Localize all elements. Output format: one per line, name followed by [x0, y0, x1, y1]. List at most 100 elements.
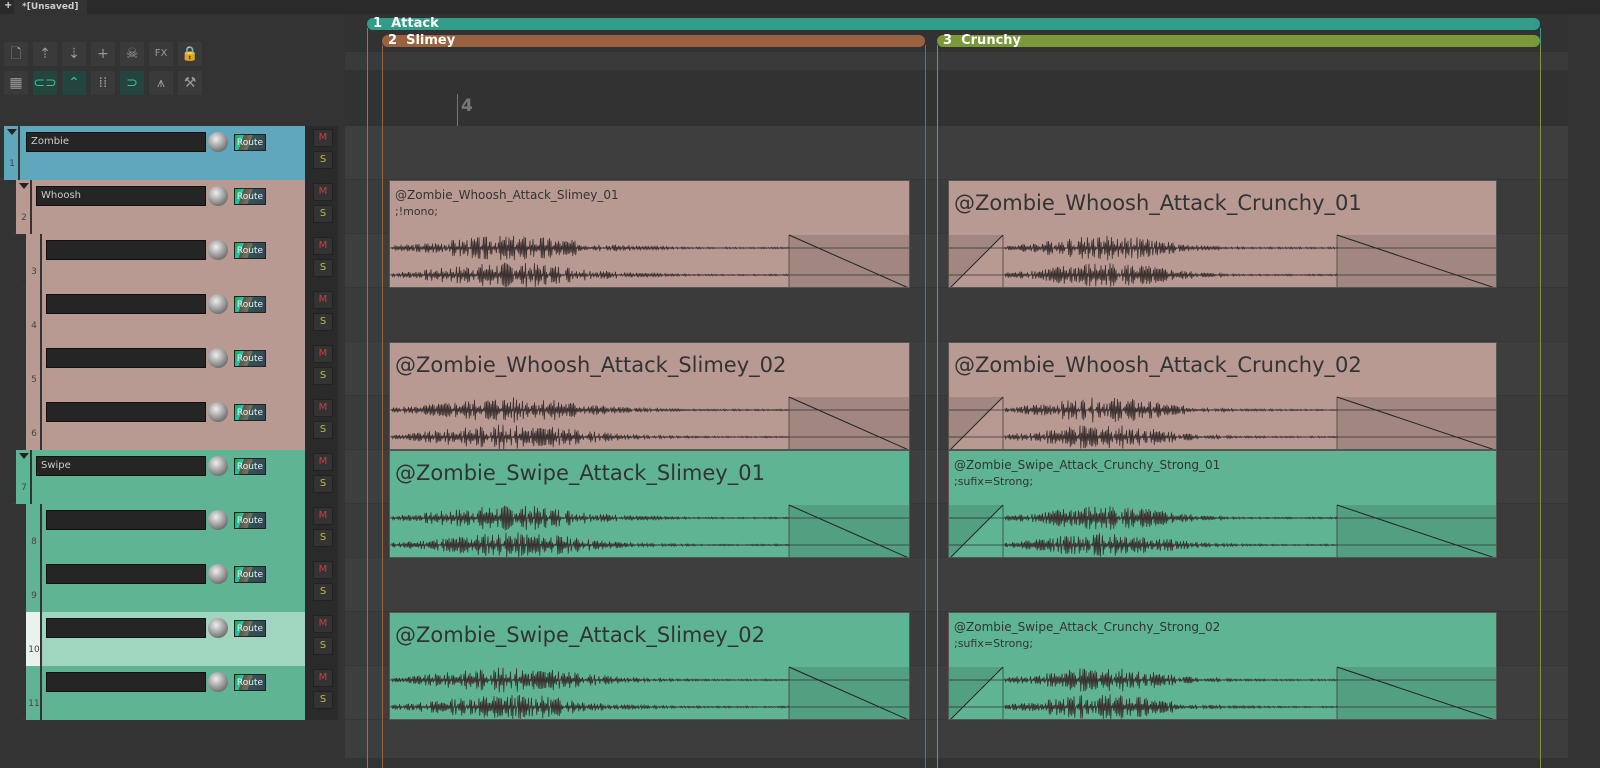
track-2[interactable]: 2 Whoosh Route — [0, 180, 305, 234]
solo-button[interactable]: S — [313, 583, 333, 601]
track-name-input[interactable] — [46, 672, 206, 692]
route-button[interactable]: Route — [234, 296, 266, 313]
volume-knob[interactable] — [208, 456, 228, 476]
track-name-input[interactable] — [46, 240, 206, 260]
skull-icon[interactable]: ☠ — [120, 42, 144, 66]
envelope-link-icon[interactable]: ⌃ — [62, 71, 86, 95]
solo-button[interactable]: S — [313, 205, 333, 223]
route-button[interactable]: Route — [234, 242, 266, 259]
volume-knob[interactable] — [208, 240, 228, 260]
route-button[interactable]: Route — [234, 134, 266, 151]
media-item[interactable]: @Zombie_Swipe_Attack_Slimey_01 — [389, 450, 910, 558]
volume-knob[interactable] — [208, 618, 228, 638]
solo-button[interactable]: S — [313, 421, 333, 439]
route-button[interactable]: Route — [234, 620, 266, 637]
track-11[interactable]: 11 Route — [0, 666, 305, 720]
media-item[interactable]: @Zombie_Whoosh_Attack_Crunchy_02 — [948, 342, 1497, 450]
track-lane[interactable] — [345, 288, 1568, 342]
hammer-icon[interactable]: ⚒ — [178, 71, 202, 95]
route-button[interactable]: Route — [234, 404, 266, 421]
track-name-input[interactable] — [46, 348, 206, 368]
media-item[interactable]: @Zombie_Swipe_Attack_Slimey_02 — [389, 612, 910, 720]
mute-button[interactable]: M — [313, 183, 333, 201]
track-lane[interactable] — [345, 126, 1568, 180]
solo-button[interactable]: S — [313, 691, 333, 709]
new-tab-button[interactable]: + — [4, 0, 12, 11]
route-button[interactable]: Route — [234, 674, 266, 691]
track-8[interactable]: 8 Route — [0, 504, 305, 558]
grid-icon[interactable]: ▦ — [4, 71, 28, 95]
route-button[interactable]: Route — [234, 512, 266, 529]
media-item[interactable]: @Zombie_Whoosh_Attack_Slimey_02 — [389, 342, 910, 450]
grid-lines-icon[interactable]: ⁞⁞ — [91, 71, 115, 95]
volume-knob[interactable] — [208, 186, 228, 206]
region-crunchy[interactable]: 3 Crunchy — [937, 34, 1540, 47]
solo-button[interactable]: S — [313, 367, 333, 385]
track-name-input[interactable]: Swipe — [36, 456, 206, 476]
track-10[interactable]: 10 Route — [0, 612, 305, 666]
mute-button[interactable]: M — [313, 345, 333, 363]
track-9[interactable]: 9 Route — [0, 558, 305, 612]
folder-collapse-icon[interactable] — [19, 453, 29, 459]
track-lane[interactable] — [345, 558, 1568, 612]
arrange-view[interactable]: @Zombie_Whoosh_Attack_Slimey_01 ;!mono; @Z… — [345, 126, 1568, 758]
volume-knob[interactable] — [208, 564, 228, 584]
region-slimey[interactable]: 2 Slimey — [382, 34, 925, 47]
volume-knob[interactable] — [208, 294, 228, 314]
route-button[interactable]: Route — [234, 188, 266, 205]
media-item[interactable]: @Zombie_Whoosh_Attack_Crunchy_01 — [948, 180, 1497, 288]
solo-button[interactable]: S — [313, 529, 333, 547]
track-name-input[interactable]: Whoosh — [36, 186, 206, 206]
track-6[interactable]: 6 Route — [0, 396, 305, 450]
media-item[interactable]: @Zombie_Swipe_Attack_Crunchy_Strong_01 ;s… — [948, 450, 1497, 558]
mute-button[interactable]: M — [313, 561, 333, 579]
new-project-icon[interactable]: 🗋 — [4, 42, 28, 66]
snap-magnet-icon[interactable]: ⊃ — [120, 71, 144, 95]
render-down-icon[interactable]: ⇣ — [62, 42, 86, 66]
ripple-icon[interactable]: ⩚ — [149, 71, 173, 95]
track-5[interactable]: 5 Route — [0, 342, 305, 396]
track-name-input[interactable] — [46, 564, 206, 584]
solo-button[interactable]: S — [313, 475, 333, 493]
mute-button[interactable]: M — [313, 669, 333, 687]
folder-collapse-icon[interactable] — [19, 183, 29, 189]
media-item[interactable]: @Zombie_Whoosh_Attack_Slimey_01 ;!mono; — [389, 180, 910, 288]
solo-button[interactable]: S — [313, 151, 333, 169]
track-name-input[interactable] — [46, 510, 206, 530]
media-item[interactable]: @Zombie_Swipe_Attack_Crunchy_Strong_02 ;s… — [948, 612, 1497, 720]
mute-button[interactable]: M — [313, 507, 333, 525]
mute-button[interactable]: M — [313, 453, 333, 471]
link-icon[interactable]: ⊂⊃ — [33, 71, 57, 95]
volume-knob[interactable] — [208, 348, 228, 368]
mute-button[interactable]: M — [313, 291, 333, 309]
track-4[interactable]: 4 Route — [0, 288, 305, 342]
volume-knob[interactable] — [208, 672, 228, 692]
track-7[interactable]: 7 Swipe Route — [0, 450, 305, 504]
mute-button[interactable]: M — [313, 615, 333, 633]
route-button[interactable]: Route — [234, 566, 266, 583]
render-up-icon[interactable]: ⇡ — [33, 42, 57, 66]
solo-button[interactable]: S — [313, 637, 333, 655]
mute-button[interactable]: M — [313, 237, 333, 255]
volume-knob[interactable] — [208, 402, 228, 422]
track-3[interactable]: 3 Route — [0, 234, 305, 288]
track-name-input[interactable] — [46, 618, 206, 638]
track-name-input[interactable]: Zombie — [26, 132, 206, 152]
region-attack[interactable]: 1 Attack — [367, 17, 1540, 30]
mute-button[interactable]: M — [313, 129, 333, 147]
solo-button[interactable]: S — [313, 313, 333, 331]
folder-collapse-icon[interactable] — [7, 129, 17, 135]
track-1[interactable]: 1 Zombie Route — [0, 126, 305, 180]
ruler[interactable]: 4 — [345, 14, 1568, 126]
lock-icon[interactable]: 🔒 — [178, 42, 202, 66]
volume-knob[interactable] — [208, 132, 228, 152]
route-button[interactable]: Route — [234, 350, 266, 367]
project-tab[interactable]: *[Unsaved] — [14, 0, 87, 14]
volume-knob[interactable] — [208, 510, 228, 530]
insert-track-icon[interactable]: + — [91, 42, 115, 66]
track-name-input[interactable] — [46, 294, 206, 314]
fx-icon[interactable]: FX — [149, 42, 173, 66]
track-name-input[interactable] — [46, 402, 206, 422]
route-button[interactable]: Route — [234, 458, 266, 475]
mute-button[interactable]: M — [313, 399, 333, 417]
